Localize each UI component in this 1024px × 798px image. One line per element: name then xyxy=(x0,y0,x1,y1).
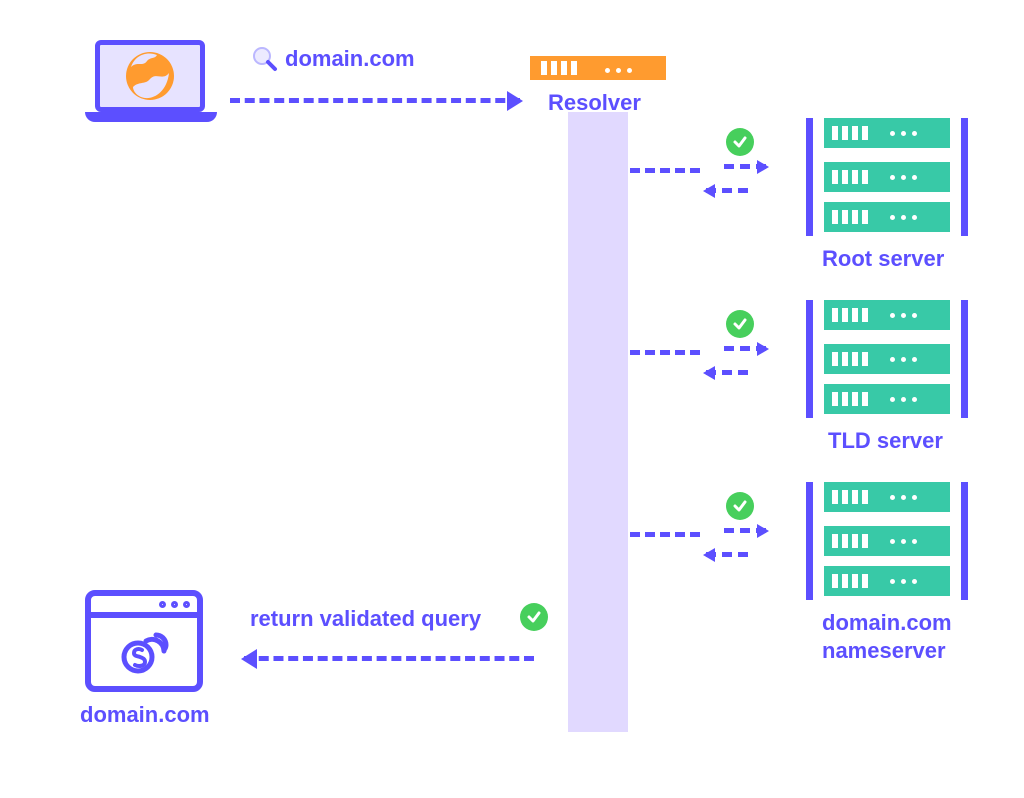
return-label: return validated query xyxy=(250,606,481,632)
arrow-pair-ns xyxy=(706,524,786,564)
arrow-return xyxy=(244,656,534,661)
connector-ns xyxy=(630,532,700,537)
query-label: domain.com xyxy=(285,46,415,72)
browser-label: domain.com xyxy=(80,702,210,728)
connector-tld xyxy=(630,350,700,355)
nameserver-label-1: domain.com xyxy=(822,610,952,636)
check-icon xyxy=(726,310,754,338)
nameserver-label-2: nameserver xyxy=(822,638,946,664)
search-icon xyxy=(252,46,278,77)
check-icon xyxy=(726,492,754,520)
tld-server-label: TLD server xyxy=(828,428,943,454)
arrow-query xyxy=(230,98,520,103)
laptop-icon xyxy=(85,40,215,130)
globe-icon xyxy=(123,49,177,103)
root-server-label: Root server xyxy=(822,246,944,272)
site-logo-icon xyxy=(116,629,172,675)
arrow-pair-tld xyxy=(706,342,786,382)
tld-server-icon xyxy=(806,300,968,418)
resolver-icon xyxy=(530,56,666,80)
check-icon xyxy=(520,603,548,631)
browser-window-icon xyxy=(85,590,203,692)
check-icon xyxy=(726,128,754,156)
arrow-pair-root xyxy=(706,160,786,200)
nameserver-icon xyxy=(806,482,968,600)
connector-root xyxy=(630,168,700,173)
resolver-label: Resolver xyxy=(548,90,641,116)
resolver-lifeline xyxy=(568,112,628,732)
root-server-icon xyxy=(806,118,968,236)
